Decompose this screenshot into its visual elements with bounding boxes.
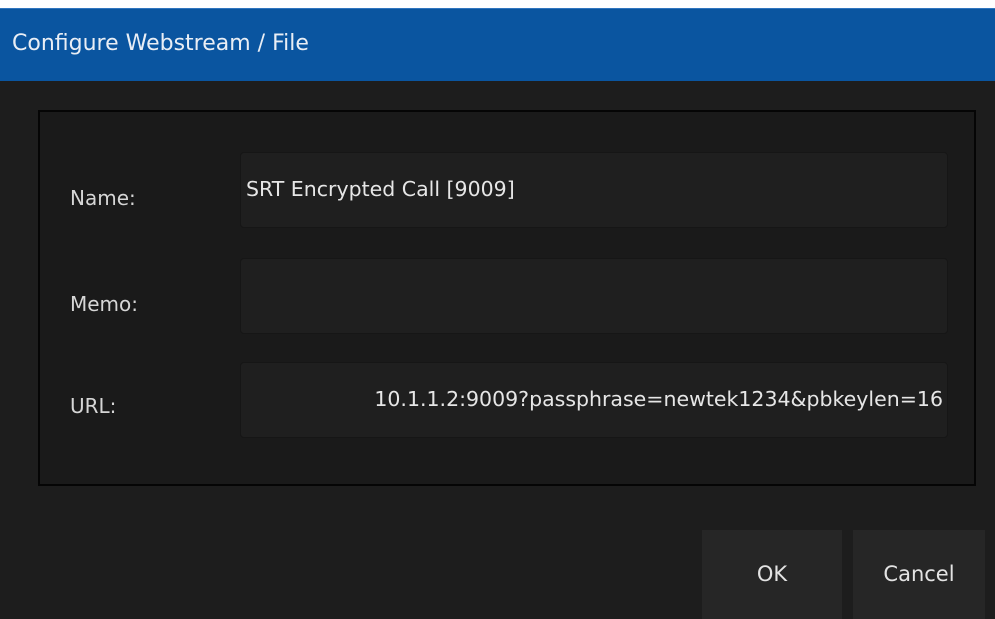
configure-webstream-dialog: Configure Webstream / File Name: SRT Enc… (0, 8, 995, 619)
memo-input[interactable] (240, 258, 948, 334)
form-panel: Name: SRT Encrypted Call [9009] Memo: UR… (38, 110, 976, 486)
memo-label: Memo: (70, 292, 139, 316)
ok-button[interactable]: OK (702, 530, 842, 619)
name-input[interactable]: SRT Encrypted Call [9009] (240, 152, 948, 228)
cancel-button[interactable]: Cancel (853, 530, 985, 619)
url-input-value: 10.1.1.2:9009?passphrase=newtek1234&pbke… (374, 387, 943, 411)
name-input-value: SRT Encrypted Call [9009] (246, 177, 515, 201)
url-input[interactable]: 10.1.1.2:9009?passphrase=newtek1234&pbke… (240, 362, 948, 438)
dialog-title: Configure Webstream / File (12, 31, 309, 56)
name-label: Name: (70, 186, 136, 210)
url-label: URL: (70, 394, 117, 418)
dialog-titlebar[interactable]: Configure Webstream / File (0, 8, 995, 81)
